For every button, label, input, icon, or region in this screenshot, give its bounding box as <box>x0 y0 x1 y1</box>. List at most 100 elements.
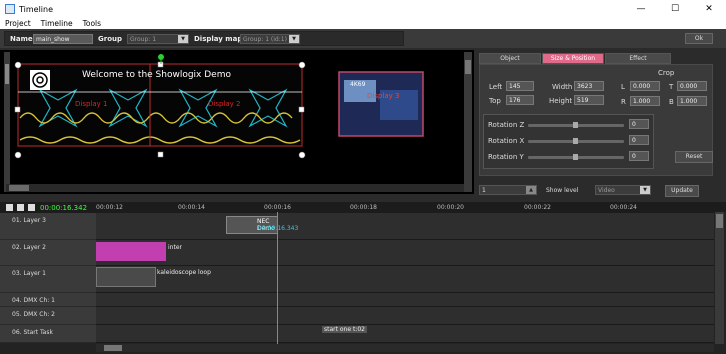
width-input[interactable]: 3623 <box>574 81 604 91</box>
time-tick: 00:00:24 <box>610 204 637 211</box>
toolbar-group: Name main_show Group Group: 1 ▼ Display m… <box>4 31 404 46</box>
rotation-y-knob[interactable] <box>573 154 578 160</box>
rotation-y-input[interactable]: 0 <box>629 151 649 161</box>
layer-track[interactable] <box>96 240 714 266</box>
menu-tools[interactable]: Tools <box>78 19 106 28</box>
level-select-value: 1 <box>482 187 486 194</box>
layer-row[interactable]: 05. DMX Ch: 2 <box>0 307 96 325</box>
crop-r-input[interactable]: 1.000 <box>630 96 660 106</box>
reset-button[interactable]: Reset <box>675 151 713 163</box>
playhead[interactable] <box>277 212 278 344</box>
layer-row[interactable]: 04. DMX Ch: 1 <box>0 293 96 307</box>
clip-kaleidoscope[interactable] <box>96 267 156 287</box>
timeline-hscroll[interactable] <box>96 344 714 352</box>
clip-inter-label: inter <box>168 244 182 251</box>
chevron-down-icon[interactable]: ▼ <box>640 186 650 194</box>
ok-button[interactable]: Ok <box>685 33 713 44</box>
layer-track[interactable] <box>96 213 714 240</box>
window-title: Timeline <box>19 4 54 14</box>
time-tick: 00:00:18 <box>350 204 377 211</box>
stop-icon[interactable] <box>28 204 35 211</box>
layer-label: 05. DMX Ch: 2 <box>12 311 56 318</box>
rotation-x-knob[interactable] <box>573 138 578 144</box>
menu-project[interactable]: Project <box>0 19 36 28</box>
minimize-icon[interactable]: — <box>624 0 658 18</box>
left-input[interactable]: 145 <box>506 81 534 91</box>
display-3-label: Display 3 <box>367 92 400 100</box>
left-label: Left <box>489 83 503 91</box>
group-select[interactable]: Group: 1 ▼ <box>127 34 189 44</box>
tab-object[interactable]: Object <box>479 53 541 64</box>
clip-start-task[interactable]: start one t:02 <box>322 326 367 333</box>
chevron-up-icon[interactable]: ▲ <box>526 186 536 194</box>
layer-track[interactable] <box>96 307 714 325</box>
time-tick: 00:00:14 <box>178 204 205 211</box>
timeline-header: 00:00:16.342 00:00:12 00:00:14 00:00:16 00:… <box>0 202 726 213</box>
vscroll-thumb[interactable] <box>465 60 471 74</box>
pause-icon[interactable] <box>17 204 24 211</box>
time-tick: 00:00:16 <box>264 204 291 211</box>
width-label: Width <box>552 83 573 91</box>
clip-kaleidoscope-label: kaleidoscope loop <box>157 269 211 276</box>
clip-nec-time: 00:00:16.343 <box>258 225 299 232</box>
time-tick: 00:00:20 <box>437 204 464 211</box>
level-select[interactable]: 1 ▲ <box>479 185 537 195</box>
layer-row[interactable]: 02. Layer 2 <box>0 240 96 266</box>
crop-r-label: R <box>621 98 626 106</box>
chevron-down-icon[interactable]: ▼ <box>289 35 299 43</box>
timeline-panel: 00:00:16.342 00:00:12 00:00:14 00:00:16 00:… <box>0 202 726 354</box>
display-3-thumb-text: 4K69 <box>350 81 366 88</box>
preview-graphics <box>0 50 474 194</box>
display-map-select[interactable]: Group: 1 (id:1) ▼ <box>240 34 300 44</box>
title-bar: Timeline — ☐ ✕ <box>0 0 726 18</box>
chevron-down-icon[interactable]: ▼ <box>178 35 188 43</box>
group-label: Group <box>98 35 123 43</box>
rotation-y-slider[interactable] <box>528 154 624 160</box>
height-input[interactable]: 519 <box>574 95 604 105</box>
crop-b-input[interactable]: 1.000 <box>677 96 707 106</box>
crop-b-label: B <box>669 98 674 106</box>
name-input[interactable]: main_show <box>33 34 93 44</box>
top-input[interactable]: 176 <box>506 95 534 105</box>
update-button[interactable]: Update <box>665 185 699 197</box>
layer-label: 01. Layer 3 <box>12 217 46 224</box>
display-map-label: Display map <box>194 35 243 43</box>
layer-track[interactable] <box>96 293 714 307</box>
layer-row[interactable]: 06. Start Task <box>0 325 96 343</box>
layer-row[interactable]: 01. Layer 3 <box>0 213 96 240</box>
display-map-select-value: Group: 1 (id:1) <box>243 36 287 43</box>
timeline-vscroll-thumb[interactable] <box>716 214 723 228</box>
crop-t-input[interactable]: 0.000 <box>677 81 707 91</box>
timeline-hscroll-thumb[interactable] <box>104 345 122 351</box>
preview-canvas[interactable]: Welcome to the Showlogix Demo Display 1 … <box>0 50 474 194</box>
menu-bar: Project Timeline Tools <box>0 18 726 29</box>
time-tick: 00:00:22 <box>524 204 551 211</box>
rotation-x-slider[interactable] <box>528 138 624 144</box>
preview-vscroll[interactable] <box>464 52 472 192</box>
timeline-vscroll[interactable] <box>715 212 724 344</box>
rotation-x-input[interactable]: 0 <box>629 135 649 145</box>
close-icon[interactable]: ✕ <box>692 0 726 18</box>
app-icon <box>5 4 15 14</box>
crop-title: Crop <box>658 69 675 77</box>
rotation-x-label: Rotation X <box>488 137 525 145</box>
crop-l-input[interactable]: 0.000 <box>630 81 660 91</box>
crop-l-label: L <box>621 83 625 91</box>
rotation-z-slider[interactable] <box>528 122 624 128</box>
rotation-z-input[interactable]: 0 <box>629 119 649 129</box>
layer-label: 03. Layer 1 <box>12 270 46 277</box>
group-select-value: Group: 1 <box>130 36 157 43</box>
tab-effect[interactable]: Effect <box>605 53 671 64</box>
tab-size-position[interactable]: Size & Position <box>542 53 604 64</box>
size-position-panel: Left 145 Top 176 Width 3623 Height 519 C… <box>479 64 713 176</box>
layer-track[interactable] <box>96 325 714 343</box>
clip-inter[interactable] <box>96 242 166 261</box>
show-level-value: Video <box>598 187 615 194</box>
layer-label: 06. Start Task <box>12 329 53 336</box>
maximize-icon[interactable]: ☐ <box>658 0 692 18</box>
menu-timeline[interactable]: Timeline <box>36 19 78 28</box>
show-level-select[interactable]: Video ▼ <box>595 185 651 195</box>
play-icon[interactable] <box>6 204 13 211</box>
rotation-z-knob[interactable] <box>573 122 578 128</box>
layer-row[interactable]: 03. Layer 1 <box>0 266 96 293</box>
